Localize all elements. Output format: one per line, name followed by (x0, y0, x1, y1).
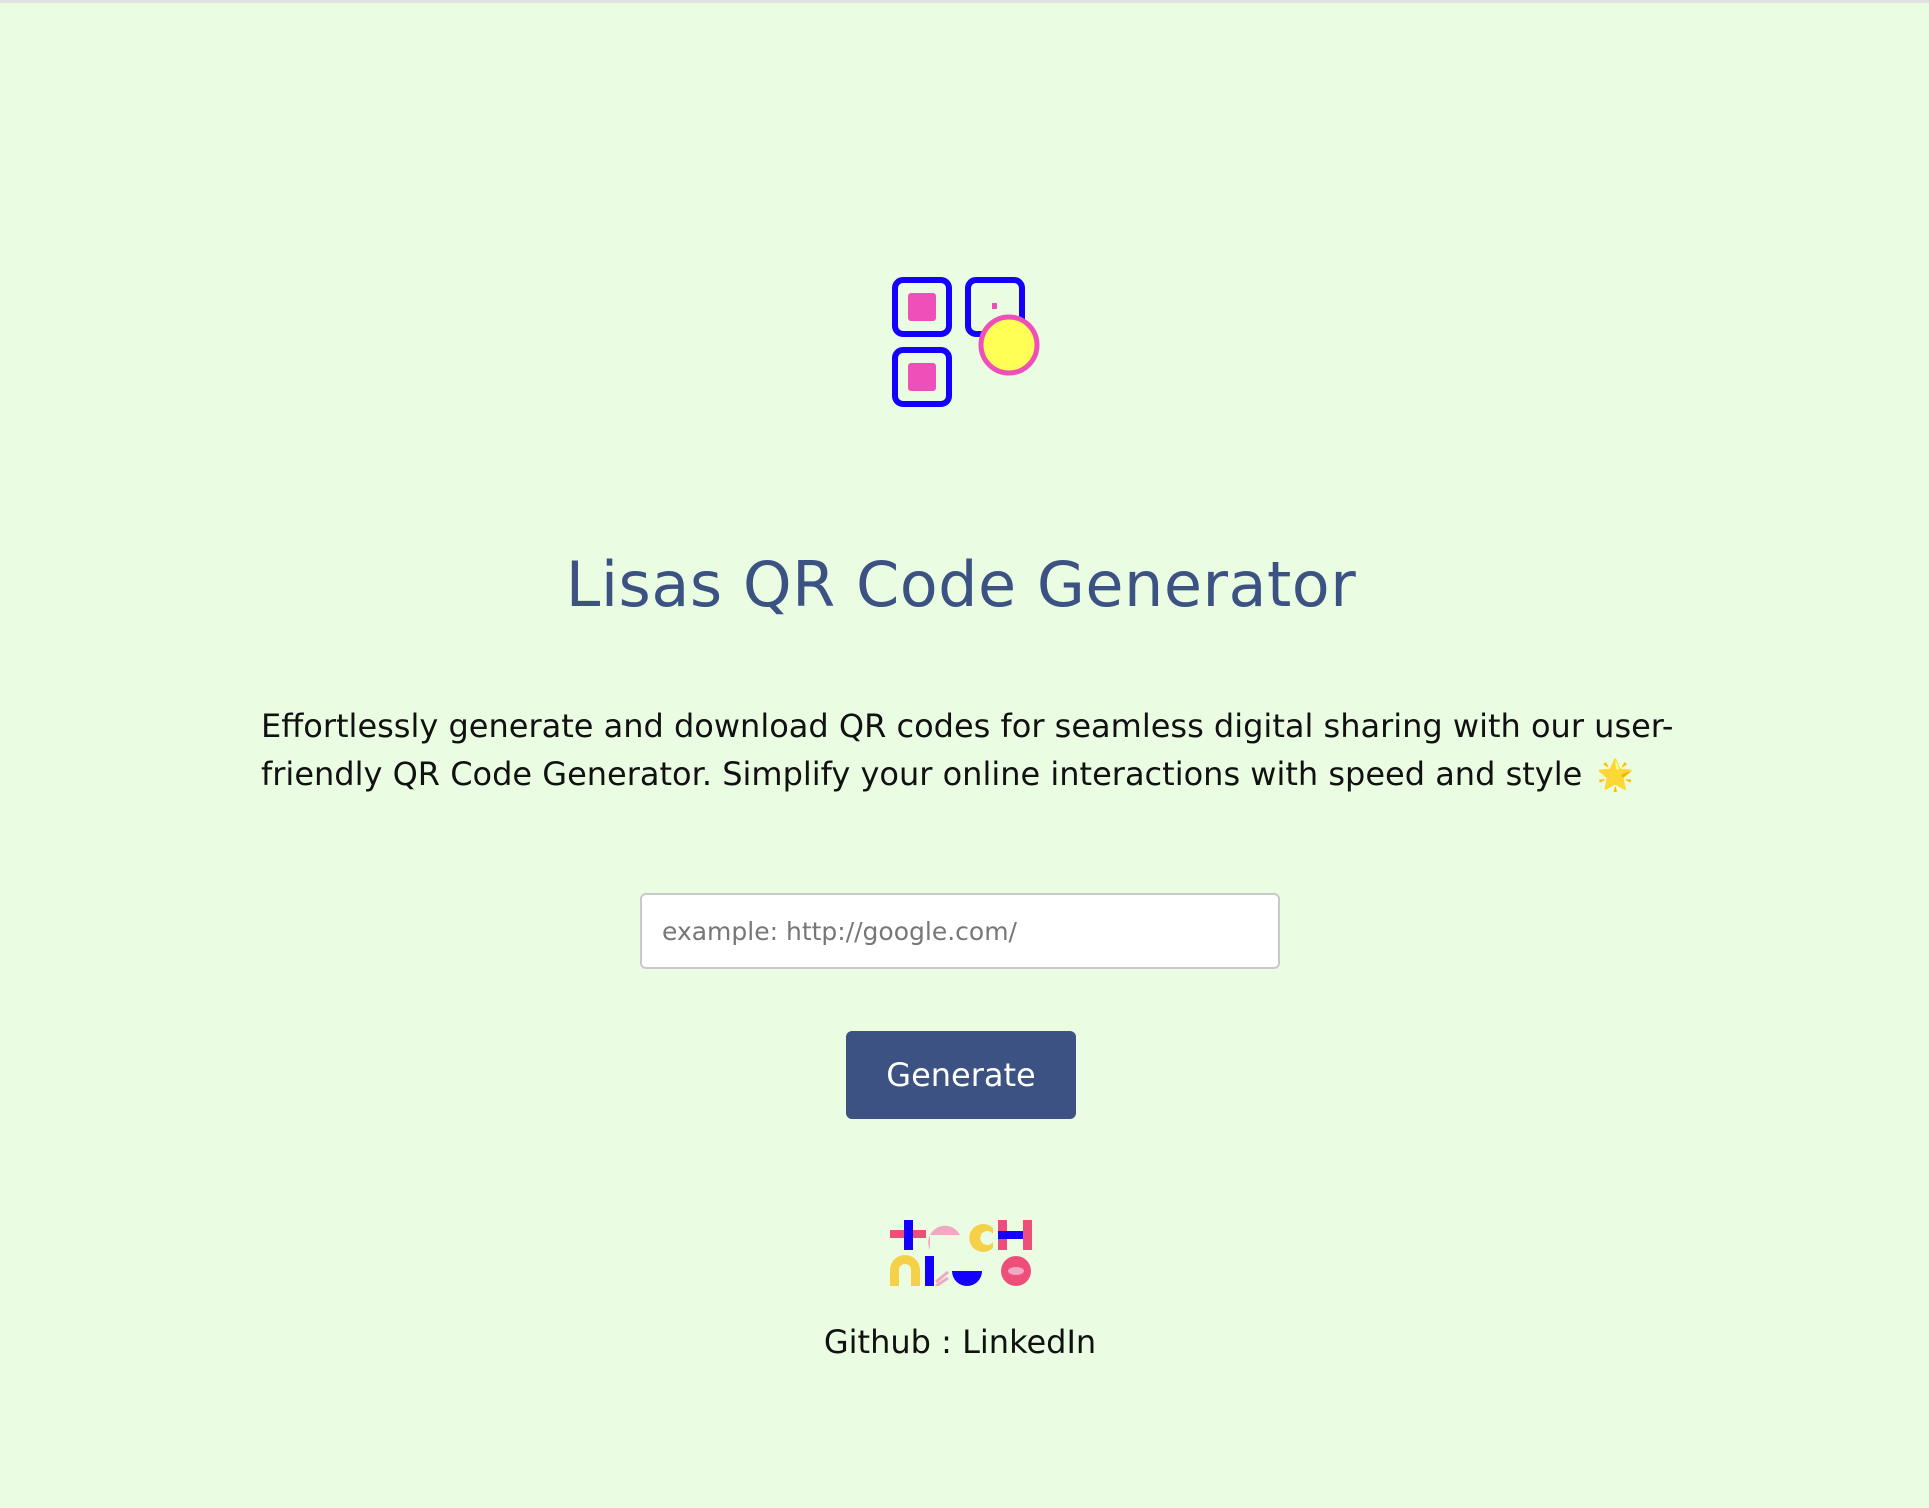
github-link[interactable]: Github (824, 1323, 931, 1361)
generate-button[interactable]: Generate (846, 1031, 1076, 1119)
url-input[interactable] (640, 893, 1280, 969)
footer-links: Github : LinkedIn (0, 1318, 1920, 1366)
brand-logo (890, 1220, 1032, 1286)
description-text: Effortlessly generate and download QR co… (261, 707, 1674, 793)
page-container: Lisas QR Code Generator Effortlessly gen… (0, 0, 1929, 1508)
footer-separator: : (930, 1323, 963, 1361)
page-description: Effortlessly generate and download QR co… (261, 702, 1681, 800)
sparkle-star-icon: 🌟 (1596, 758, 1634, 793)
linkedin-link[interactable]: LinkedIn (962, 1323, 1096, 1361)
page-title: Lisas QR Code Generator (565, 548, 1357, 621)
qr-code-icon (892, 277, 1040, 407)
